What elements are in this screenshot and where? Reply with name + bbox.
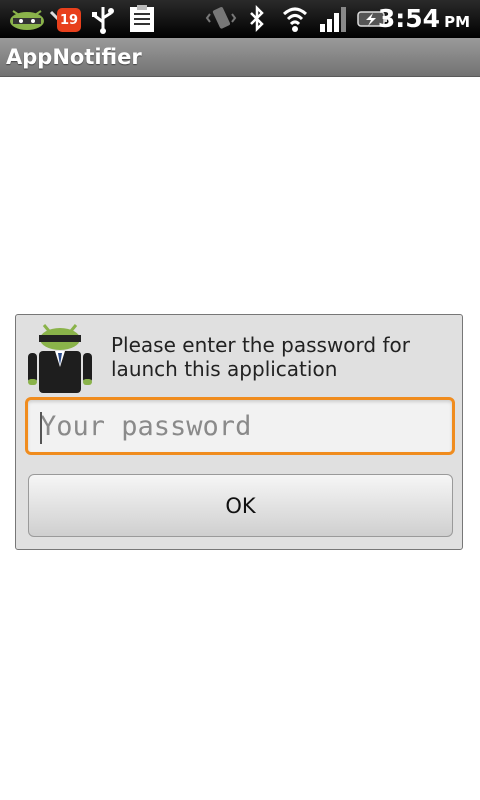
password-dialog: Please enter the password for launch thi… [15, 314, 463, 550]
status-clock: 3:54 PM [378, 4, 470, 34]
agent-android-icon [24, 323, 96, 395]
android-icon [4, 4, 50, 34]
app-title: AppNotifier [6, 45, 142, 69]
ok-button[interactable]: OK [28, 474, 453, 537]
wifi-icon [281, 4, 309, 34]
status-bar: 19 3:54 PM [0, 0, 480, 38]
bluetooth-icon [244, 4, 270, 34]
app-title-bar: AppNotifier [0, 38, 480, 77]
vibrate-icon [204, 4, 238, 34]
usb-icon [88, 4, 118, 34]
password-field[interactable] [25, 397, 455, 455]
notification-count-badge: 19 [57, 8, 81, 32]
dialog-message: Please enter the password for launch thi… [111, 333, 410, 381]
text-caret [40, 412, 42, 444]
clock-time: 3:54 [377, 4, 441, 33]
signal-icon [317, 4, 349, 34]
clipboard-icon [126, 4, 158, 34]
clock-ampm: PM [444, 13, 470, 31]
password-input[interactable] [28, 400, 452, 452]
